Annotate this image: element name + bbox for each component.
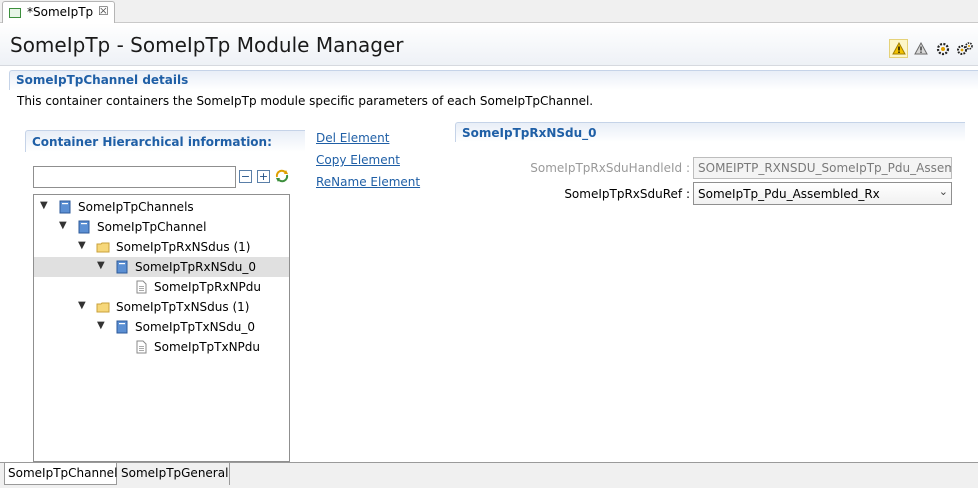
container-icon [59,200,71,214]
alert-icon [913,42,928,55]
editor-tab-someiptp[interactable]: *SomeIpTp ☒ [2,1,115,23]
collapse-icon: − [240,170,251,183]
chevron-down-icon[interactable]: ▼ [40,200,52,212]
tree-item[interactable]: ▼ SomeIpTpChannels [34,197,289,217]
chevron-down-icon[interactable]: ▼ [78,300,90,312]
close-icon[interactable]: ☒ [98,4,109,18]
page-title: SomeIpTp - SomeIpTp Module Manager [10,33,404,57]
section-title: SomeIpTpChannel details [16,73,189,87]
collapse-all-button[interactable]: − [239,170,252,183]
sdu-ref-label: SomeIpTpRxSduRef : [564,187,690,201]
generate-button[interactable] [955,39,974,58]
chevron-down-icon[interactable]: ▼ [97,260,109,272]
tree-item[interactable]: ▼ SomeIpTpChannel [34,217,289,237]
copy-element-link[interactable]: Copy Element [316,153,400,167]
chevron-down-icon[interactable]: ▼ [59,220,71,232]
sdu-ref-select[interactable]: SomeIpTp_Pdu_Assembled_Rx ⌄ [693,182,952,205]
detail-title: SomeIpTpRxNSdu_0 [462,126,597,140]
container-icon [116,320,128,334]
error-filter-button[interactable] [911,39,930,58]
container-icon [78,220,90,234]
folder-icon [96,242,110,253]
tree-item-selected[interactable]: ▼ SomeIpTpRxNSdu_0 [34,257,289,277]
editor-tab-title: *SomeIpTp [27,5,94,19]
sdu-ref-value: SomeIpTp_Pdu_Assembled_Rx [698,187,880,201]
tab-someiptpgeneral[interactable]: SomeIpTpGeneral [118,463,230,485]
chevron-down-icon[interactable]: ▼ [97,320,109,332]
tree-item-label: SomeIpTpRxNSdu_0 [135,260,257,274]
tree-item[interactable]: ▼ SomeIpTpTxNSdus (1) [34,297,289,317]
folder-icon [96,302,110,313]
tab-someiptpchannel[interactable]: SomeIpTpChannel [4,463,117,485]
tree-item-label: SomeIpTpTxNSdu_0 [135,320,256,334]
container-tree[interactable]: ▼ SomeIpTpChannels ▼ SomeIpTpChannel ▼ S… [33,194,290,462]
sync-icon [275,169,289,183]
expand-all-button[interactable]: + [257,170,270,183]
tree-item[interactable]: ▼ SomeIpTpRxNSdus (1) [34,237,289,257]
section-description: This container containers the SomeIpTp m… [17,94,594,108]
settings-button[interactable] [933,39,952,58]
gears-icon [956,41,973,55]
del-element-link[interactable]: Del Element [316,131,389,145]
chevron-down-icon[interactable]: ⌄ [939,185,948,198]
editor-tab-strip: *SomeIpTp ☒ [0,0,978,23]
detail-panel-header: SomeIpTpRxNSdu_0 [455,122,965,142]
header-toolbar [889,39,974,59]
handle-id-field: SOMEIPTP_RXNSDU_SomeIpTp_Pdu_Assem [693,157,952,179]
hierarchy-panel-header: Container Hierarchical information: [25,130,305,152]
tree-item-label: SomeIpTpRxNPdu [154,280,262,294]
tree-item[interactable]: SomeIpTpTxNPdu [34,337,289,357]
tree-item[interactable]: SomeIpTpRxNPdu [34,277,289,297]
tree-filter-input[interactable] [33,166,236,188]
tree-item-label: SomeIpTpChannels [78,200,194,214]
warning-icon [891,42,906,55]
module-header: SomeIpTp - SomeIpTp Module Manager [0,23,978,66]
expand-icon: + [258,170,269,183]
handle-id-label: SomeIpTpRxSduHandleId : [530,161,690,175]
tree-item-label: SomeIpTpRxNSdus (1) [116,240,251,254]
tree-item-label: SomeIpTpTxNPdu [154,340,261,354]
warning-filter-button[interactable] [889,39,908,58]
link-with-editor-button[interactable] [274,168,290,184]
tree-item-label: SomeIpTpChannel [97,220,207,234]
editor-file-icon [9,8,21,18]
document-icon [136,280,147,294]
tree-item-label: SomeIpTpTxNSdus (1) [116,300,250,314]
gear-icon [936,42,949,55]
rename-element-link[interactable]: ReName Element [316,175,420,189]
document-icon [136,340,147,354]
hierarchy-title: Container Hierarchical information: [32,135,272,149]
section-header: SomeIpTpChannel details [9,70,978,90]
chevron-down-icon[interactable]: ▼ [78,240,90,252]
tree-item[interactable]: ▼ SomeIpTpTxNSdu_0 [34,317,289,337]
container-icon [116,260,128,274]
page-tabs: SomeIpTpChannel SomeIpTpGeneral [0,462,978,488]
